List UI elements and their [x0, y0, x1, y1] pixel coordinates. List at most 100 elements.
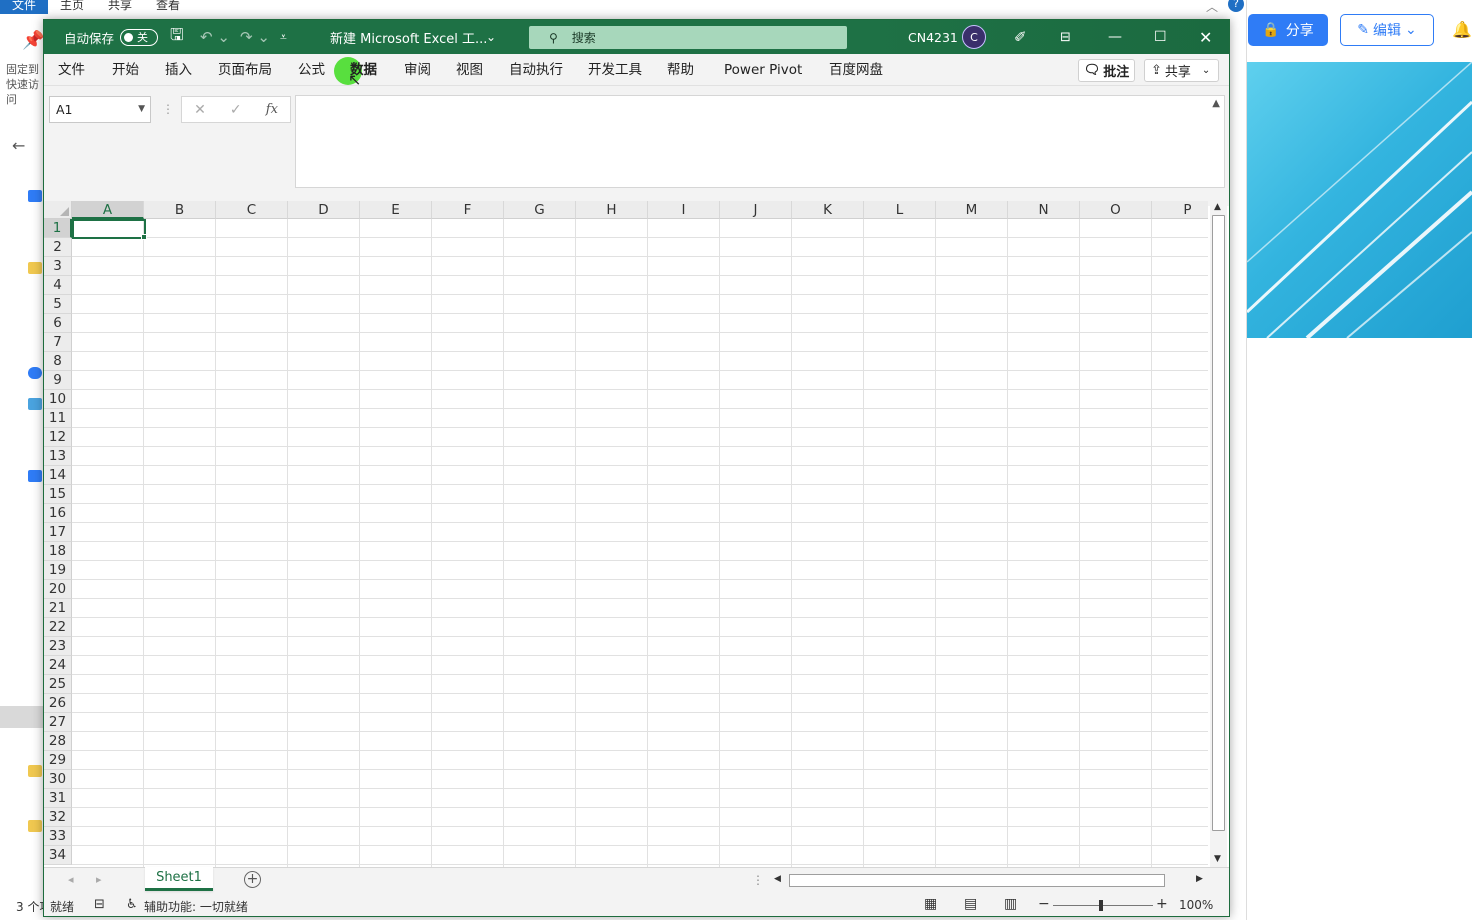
check-icon[interactable]: ✓ — [230, 102, 242, 118]
explorer-tab-share[interactable]: 共享 — [96, 0, 144, 14]
column-header[interactable]: H — [576, 201, 648, 219]
tab-review[interactable]: 审阅 — [404, 54, 431, 86]
ribbon-display-icon[interactable]: ⊟ — [1060, 20, 1071, 54]
column-header[interactable]: I — [648, 201, 720, 219]
column-header[interactable]: N — [1008, 201, 1080, 219]
share-button[interactable]: ⇪ 共享 ⌄ — [1144, 59, 1219, 82]
next-sheet-icon[interactable]: ▸ — [96, 873, 102, 886]
column-header[interactable]: C — [216, 201, 288, 219]
formula-input[interactable]: ▲ — [295, 95, 1225, 188]
tab-insert[interactable]: 插入 — [165, 54, 192, 86]
column-header[interactable]: G — [504, 201, 576, 219]
chevron-down-icon[interactable]: ▼ — [138, 97, 145, 122]
scroll-left-icon[interactable]: ◀ — [774, 874, 781, 884]
row-header[interactable]: 24 — [44, 656, 72, 675]
row-header[interactable]: 16 — [44, 504, 72, 523]
row-header[interactable]: 5 — [44, 295, 72, 314]
row-header[interactable]: 31 — [44, 789, 72, 808]
cancel-icon[interactable]: ✕ — [194, 102, 206, 118]
tab-developer[interactable]: 开发工具 — [588, 54, 642, 86]
save-icon[interactable]: 🖫 — [170, 20, 184, 54]
scroll-right-icon[interactable]: ▶ — [1196, 874, 1203, 884]
autosave-toggle[interactable]: 关 — [120, 28, 158, 46]
tab-home[interactable]: 开始 — [112, 54, 139, 86]
workbook-title[interactable]: 新建 Microsoft Excel 工... — [330, 20, 487, 54]
row-header[interactable]: 18 — [44, 542, 72, 561]
tab-help[interactable]: 帮助 — [667, 54, 694, 86]
zoom-slider[interactable] — [1053, 905, 1153, 906]
row-header[interactable]: 7 — [44, 333, 72, 352]
tab-split-handle-icon[interactable]: ⋮ — [752, 873, 764, 887]
search-input[interactable]: ⚲ 搜索 — [529, 26, 847, 49]
row-header[interactable]: 21 — [44, 599, 72, 618]
row-header[interactable]: 15 — [44, 485, 72, 504]
back-arrow-icon[interactable]: ← — [12, 136, 25, 155]
add-sheet-icon[interactable]: + — [244, 871, 261, 888]
zoom-level[interactable]: 100% — [1179, 898, 1213, 912]
row-header[interactable]: 20 — [44, 580, 72, 599]
customize-toolbar-icon[interactable]: ⩡ — [280, 20, 287, 54]
cell-area[interactable] — [72, 219, 1208, 886]
horizontal-scrollbar[interactable]: ◀ ▶ — [771, 872, 1207, 889]
explorer-tab-file[interactable]: 文件 — [0, 0, 49, 14]
row-header[interactable]: 19 — [44, 561, 72, 580]
chevron-up-icon[interactable]: ︿ — [1206, 0, 1218, 15]
accessibility-icon[interactable]: ♿ — [126, 897, 138, 912]
row-header[interactable]: 29 — [44, 751, 72, 770]
row-header[interactable]: 3 — [44, 257, 72, 276]
explorer-tab-home[interactable]: 主页 — [48, 0, 96, 14]
column-header[interactable]: L — [864, 201, 936, 219]
column-header[interactable]: A — [72, 201, 144, 219]
redo-icon[interactable]: ↷ ⌄ — [240, 20, 270, 54]
active-cell[interactable] — [72, 219, 146, 239]
row-header[interactable]: 22 — [44, 618, 72, 637]
row-header[interactable]: 1 — [44, 219, 72, 238]
column-header[interactable]: J — [720, 201, 792, 219]
comments-button[interactable]: 🗨 批注 — [1078, 59, 1135, 82]
fill-handle[interactable] — [141, 234, 147, 240]
row-header[interactable]: 34 — [44, 846, 72, 865]
bell-icon[interactable]: 🔔 — [1452, 20, 1472, 39]
maximize-icon[interactable]: ☐ — [1154, 20, 1167, 54]
row-header[interactable]: 2 — [44, 238, 72, 257]
row-header[interactable]: 4 — [44, 276, 72, 295]
row-header[interactable]: 13 — [44, 447, 72, 466]
explorer-tab-view[interactable]: 查看 — [144, 0, 192, 14]
vertical-scroll-thumb[interactable] — [1212, 215, 1225, 831]
row-header[interactable]: 9 — [44, 371, 72, 390]
row-header[interactable]: 17 — [44, 523, 72, 542]
normal-view-icon[interactable]: ▦ — [924, 896, 937, 912]
column-header[interactable]: M — [936, 201, 1008, 219]
sheet-tab[interactable]: Sheet1 — [145, 867, 213, 891]
zoom-slider-thumb[interactable] — [1099, 900, 1103, 911]
tab-baidu-netdisk[interactable]: 百度网盘 — [829, 54, 883, 86]
row-header[interactable]: 10 — [44, 390, 72, 409]
tab-formulas[interactable]: 公式 — [298, 54, 325, 86]
row-header[interactable]: 11 — [44, 409, 72, 428]
chevron-down-icon[interactable]: ⌄ — [486, 20, 496, 54]
undo-icon[interactable]: ↶ ⌄ — [200, 20, 230, 54]
user-name[interactable]: CN4231 — [908, 20, 958, 54]
row-header[interactable]: 6 — [44, 314, 72, 333]
horizontal-scroll-thumb[interactable] — [789, 874, 1165, 887]
vertical-dots-icon[interactable]: ⋮ — [162, 102, 174, 116]
row-header[interactable]: 12 — [44, 428, 72, 447]
chevron-up-icon[interactable]: ▲ — [1212, 98, 1220, 109]
page-break-view-icon[interactable]: ▥ — [1004, 896, 1017, 912]
tab-page-layout[interactable]: 页面布局 — [218, 54, 272, 86]
scroll-down-icon[interactable]: ▼ — [1214, 854, 1221, 864]
web-edit-button[interactable]: ✎ 编辑 ⌄ — [1340, 14, 1434, 46]
row-header[interactable]: 26 — [44, 694, 72, 713]
column-header[interactable]: B — [144, 201, 216, 219]
row-header[interactable]: 25 — [44, 675, 72, 694]
insert-function-icon[interactable]: fx — [266, 102, 278, 117]
tab-file[interactable]: 文件 — [58, 54, 85, 86]
column-header[interactable]: K — [792, 201, 864, 219]
tab-power-pivot[interactable]: Power Pivot — [724, 54, 802, 86]
row-header[interactable]: 28 — [44, 732, 72, 751]
page-layout-view-icon[interactable]: ▤ — [964, 896, 977, 912]
name-box[interactable]: A1 ▼ — [49, 96, 151, 123]
column-header[interactable]: E — [360, 201, 432, 219]
tab-view[interactable]: 视图 — [456, 54, 483, 86]
pen-icon[interactable]: ✐ — [1014, 20, 1027, 54]
